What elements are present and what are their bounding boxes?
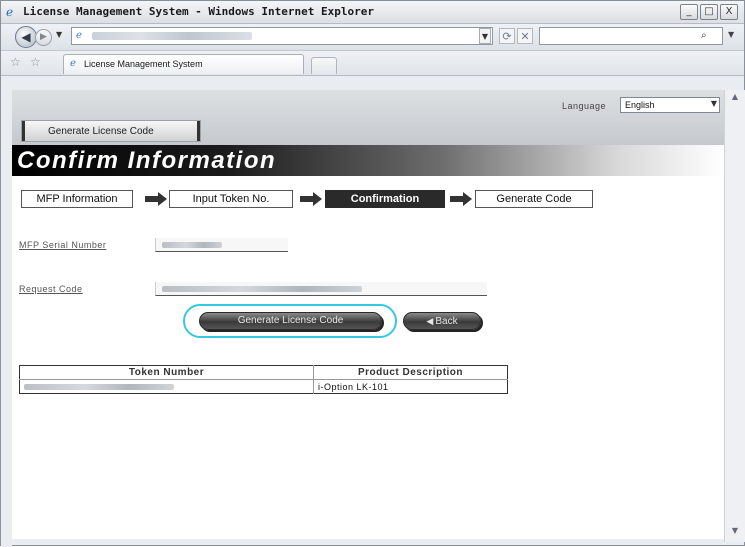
page-title: Confirm Information <box>17 147 277 174</box>
request-code-blurred <box>162 286 362 292</box>
new-tab-button[interactable] <box>311 57 337 74</box>
browser-tab[interactable]: ℯ License Management System <box>63 54 304 74</box>
window-frame-left <box>1 76 12 547</box>
step-input-token: Input Token No. <box>169 190 293 208</box>
token-number-cell <box>20 380 314 394</box>
mfp-serial-label: MFP Serial Number <box>19 240 107 250</box>
refresh-icon[interactable]: ⟳ <box>499 28 515 44</box>
navigation-bar: ◀ ▶ ▼ ℯ ▼ ⟳ ✕ ⌕ ▼ <box>1 24 744 51</box>
tab-page-icon: ℯ <box>70 58 76 69</box>
close-button[interactable]: X <box>720 4 738 20</box>
back-button-label: Back <box>435 316 458 327</box>
maximize-button[interactable]: □ <box>700 4 718 20</box>
generate-license-code-tab[interactable]: Generate License Code <box>21 120 201 142</box>
token-number-header: Token Number <box>19 365 314 380</box>
address-bar[interactable]: ℯ <box>71 27 493 45</box>
table-row: i-Option LK-101 <box>20 379 508 394</box>
back-button[interactable]: ◀ Back <box>403 312 481 330</box>
search-dropdown-icon[interactable]: ▼ <box>728 30 734 39</box>
title-bar: ℯ License Management System - Windows In… <box>1 1 744 24</box>
step-generate-code: Generate Code <box>475 190 593 208</box>
step-arrow-icon <box>300 192 322 206</box>
language-label: Language <box>562 101 607 111</box>
tab-edge-right <box>197 121 200 141</box>
token-table: Token Number Product Description i-Optio… <box>19 365 508 394</box>
back-arrow-icon: ◀ <box>426 316 434 326</box>
forward-icon[interactable]: ▶ <box>35 29 52 46</box>
table-header-row: Token Number Product Description <box>19 365 508 380</box>
page-title-banner: Confirm Information <box>12 145 724 176</box>
back-icon[interactable]: ◀ <box>15 26 37 48</box>
page-icon: ℯ <box>76 30 82 41</box>
product-description-cell: i-Option LK-101 <box>313 379 508 394</box>
product-description-header: Product Description <box>313 365 508 380</box>
minimize-button[interactable]: _ <box>680 4 698 20</box>
scroll-up-icon[interactable]: ▲ <box>728 92 742 104</box>
mfp-serial-field <box>155 238 288 252</box>
request-code-field <box>155 282 487 296</box>
search-input[interactable] <box>539 27 723 45</box>
token-number-blurred <box>24 383 174 390</box>
step-arrow-icon <box>450 192 472 206</box>
window-title: License Management System - Windows Inte… <box>23 5 374 18</box>
generate-license-code-button[interactable]: Generate License Code <box>199 312 382 330</box>
ie-logo-icon: ℯ <box>6 5 14 19</box>
tab-label: License Management System <box>84 59 203 69</box>
serial-value-blurred <box>162 242 222 248</box>
scroll-down-icon[interactable]: ▼ <box>728 526 742 538</box>
page-header: Language English ▼ Generate License Code <box>12 90 724 145</box>
step-mfp-information: MFP Information <box>21 190 133 208</box>
address-dropdown-icon[interactable]: ▼ <box>479 28 491 44</box>
page-content: Language English ▼ Generate License Code… <box>12 90 724 539</box>
language-select[interactable]: English ▼ <box>620 97 720 113</box>
tab-edge-left <box>22 121 25 141</box>
step-arrow-icon <box>145 192 167 206</box>
generate-tab-label: Generate License Code <box>48 126 154 137</box>
browser-window: ℯ License Management System - Windows In… <box>0 0 745 547</box>
stop-icon[interactable]: ✕ <box>517 28 533 44</box>
step-confirmation: Confirmation <box>325 190 445 208</box>
add-favorites-icon[interactable]: ☆ <box>30 55 41 69</box>
search-icon[interactable]: ⌕ <box>701 30 707 41</box>
favorites-star-icon[interactable]: ☆ <box>10 55 21 69</box>
address-url-blurred <box>92 32 252 40</box>
window-controls: _ □ X <box>680 4 738 20</box>
vertical-scrollbar[interactable]: ▲ ▼ <box>724 90 745 542</box>
chevron-down-icon: ▼ <box>710 99 717 108</box>
language-value: English <box>625 100 655 110</box>
request-code-label: Request Code <box>19 284 83 294</box>
tab-bar: ☆ ☆ ℯ License Management System <box>1 51 744 76</box>
history-dropdown-icon[interactable]: ▼ <box>56 30 62 39</box>
